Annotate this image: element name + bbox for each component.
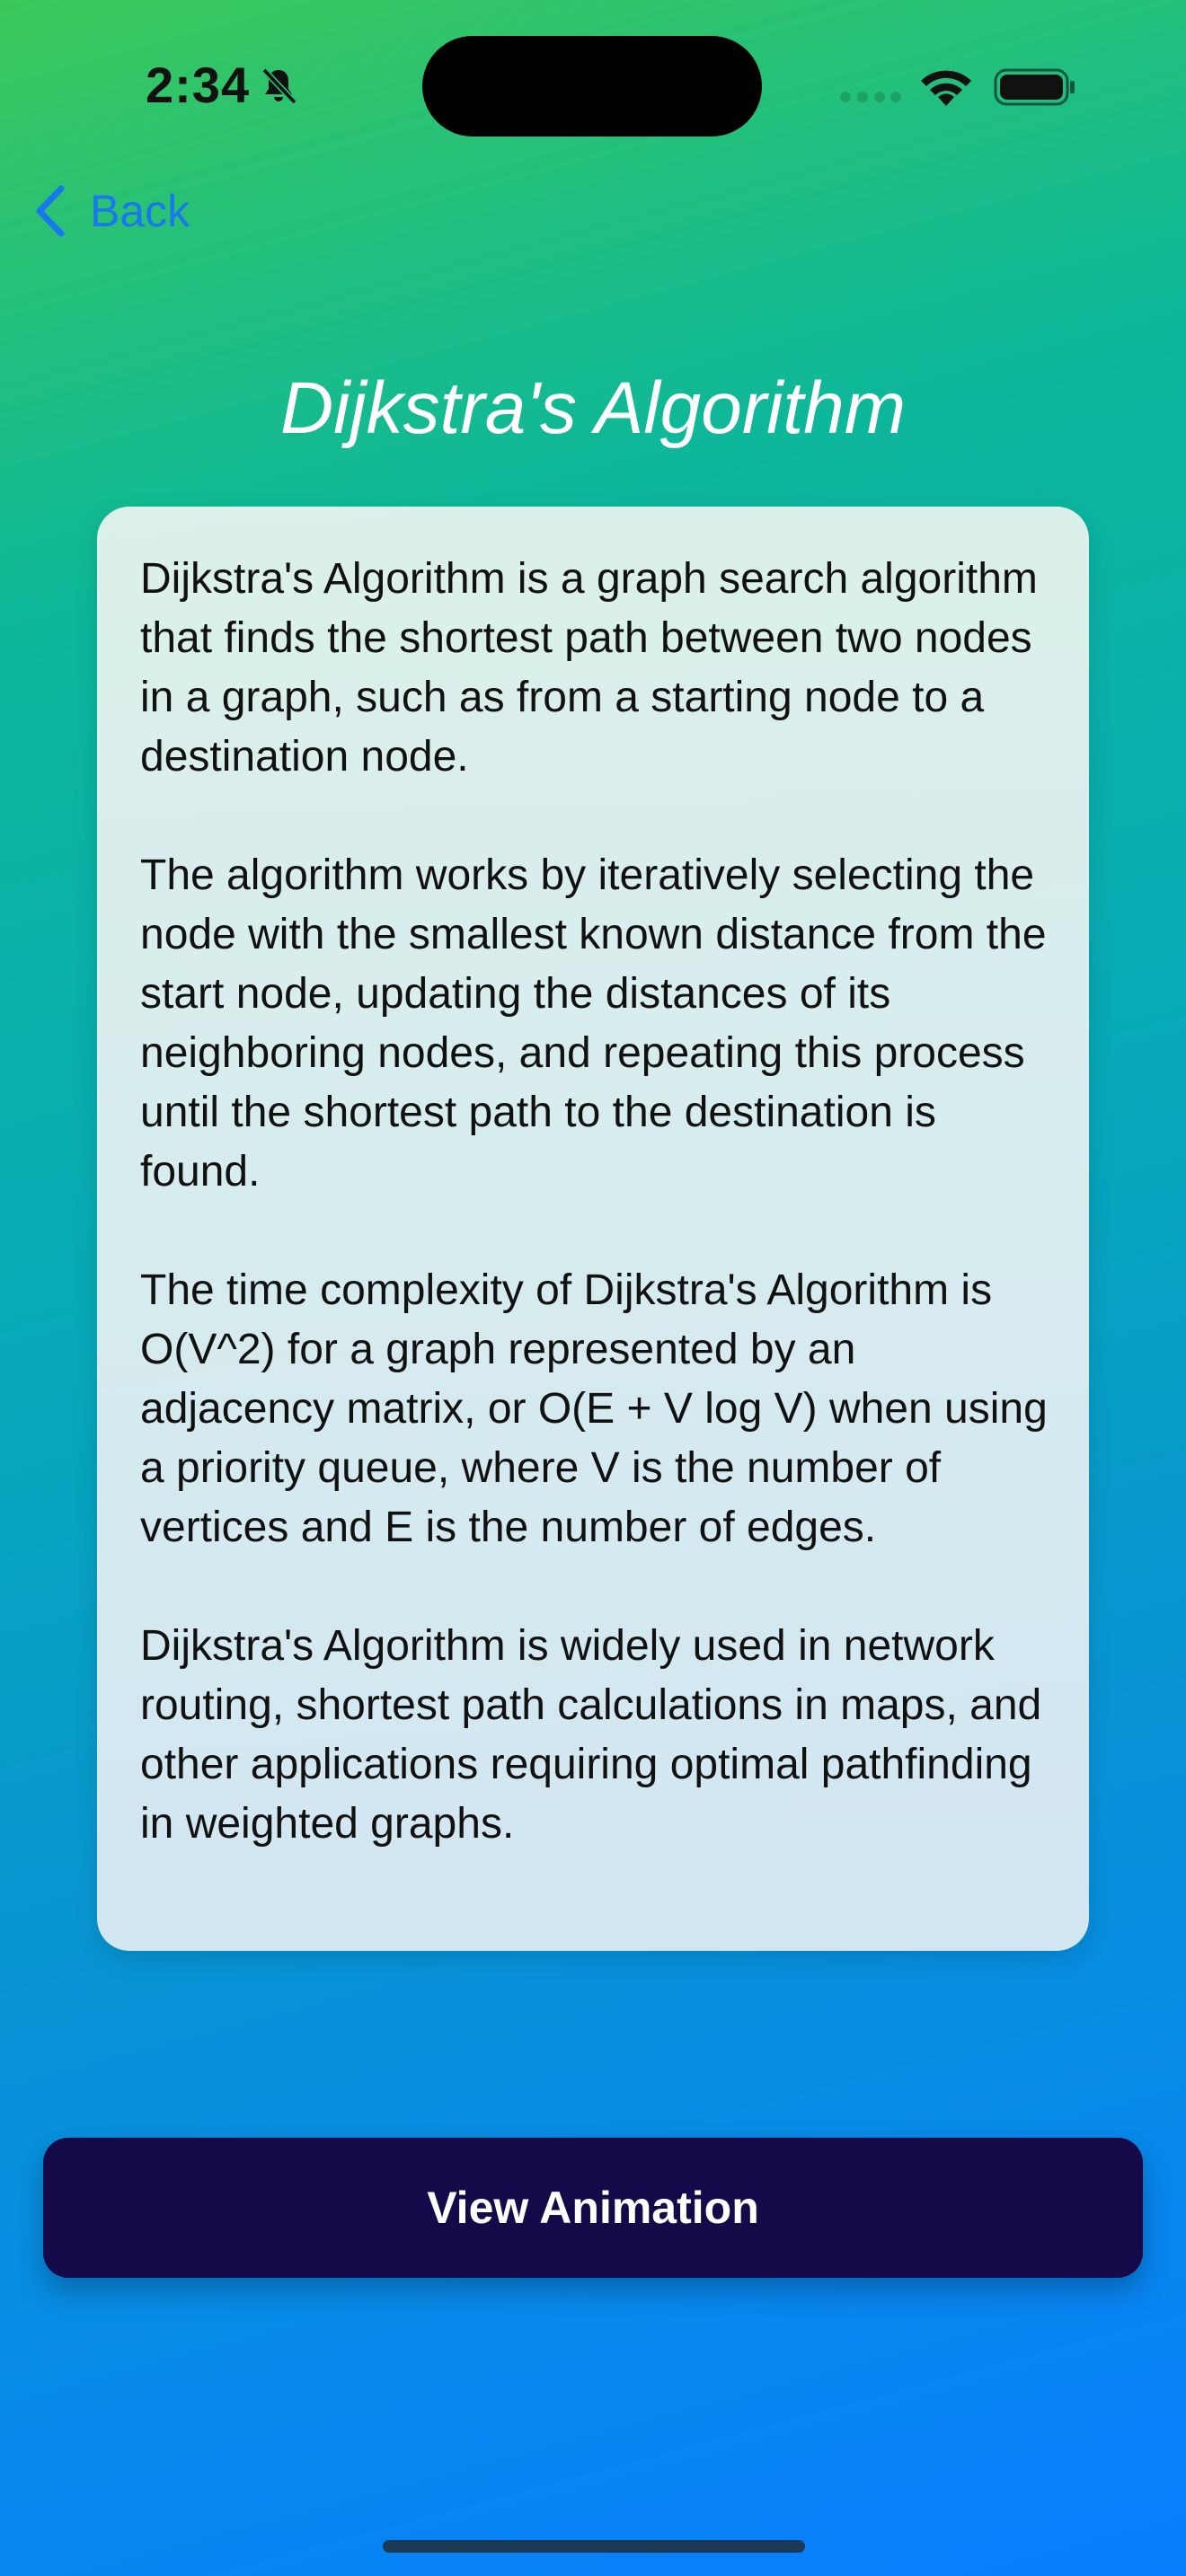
description-card: Dijkstra's Algorithm is a graph search a… (97, 507, 1089, 1951)
home-indicator[interactable] (383, 2540, 805, 2553)
page-title: Dijkstra's Algorithm (279, 367, 907, 449)
status-bar: 2:34 (0, 0, 1186, 171)
view-animation-label: View Animation (427, 2183, 759, 2233)
wifi-icon (921, 70, 971, 106)
back-button[interactable]: Back (32, 180, 190, 243)
bell-slash-icon (261, 67, 297, 105)
cellular-signal-icon (840, 92, 901, 102)
description-paragraph-4: Dijkstra's Algorithm is widely used in n… (140, 1622, 1042, 1848)
back-label: Back (90, 186, 190, 236)
description-paragraph-2: The algorithm works by iteratively selec… (140, 851, 1047, 1195)
view-animation-button[interactable]: View Animation (43, 2138, 1143, 2278)
battery-icon (994, 68, 1075, 106)
chevron-left-icon (36, 185, 65, 237)
description-paragraph-3: The time complexity of Dijkstra's Algori… (140, 1266, 1048, 1551)
status-time: 2:34 (146, 57, 251, 113)
description-paragraph-1: Dijkstra's Algorithm is a graph search a… (140, 555, 1038, 781)
dynamic-island (422, 36, 762, 137)
